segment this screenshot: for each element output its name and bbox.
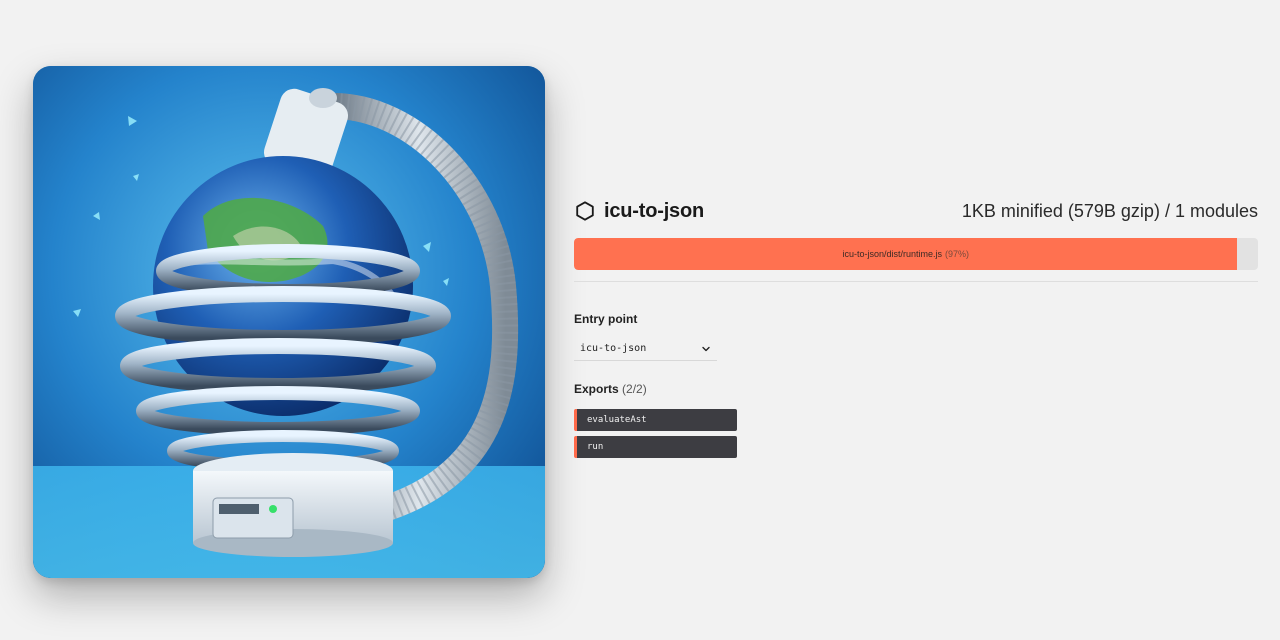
size-summary: 1KB minified (579B gzip) / 1 modules — [961, 200, 1258, 221]
segment-percent: (97%) — [945, 249, 970, 259]
header-row: icu-to-json 1KB minified (579B gzip) / 1… — [574, 196, 1258, 226]
exports-count: (2/2) — [622, 382, 647, 396]
exports-label: Exports — [574, 382, 619, 396]
bundle-info-panel: icu-to-json 1KB minified (579B gzip) / 1… — [574, 196, 1258, 463]
export-list: evaluateAst run — [574, 409, 1258, 458]
export-item[interactable]: evaluateAst — [574, 409, 737, 431]
composition-bar: icu-to-json/dist/runtime.js (97%) — [574, 238, 1258, 270]
package-hexagon-icon — [574, 200, 596, 222]
entry-point-title: Entry point — [574, 312, 638, 326]
exports-title: Exports (2/2) — [574, 382, 1258, 396]
package-name: icu-to-json — [604, 199, 705, 222]
composition-segment[interactable]: icu-to-json/dist/runtime.js (97%) — [574, 238, 1238, 270]
hero-illustration — [33, 66, 545, 578]
entry-point-select[interactable]: icu-to-json — [574, 337, 717, 361]
divider — [574, 281, 1258, 282]
chevron-down-icon — [701, 344, 711, 354]
segment-label: icu-to-json/dist/runtime.js — [842, 249, 942, 259]
entry-point-value: icu-to-json — [580, 343, 647, 354]
package-title: icu-to-json — [574, 200, 704, 223]
export-item[interactable]: run — [574, 436, 737, 458]
